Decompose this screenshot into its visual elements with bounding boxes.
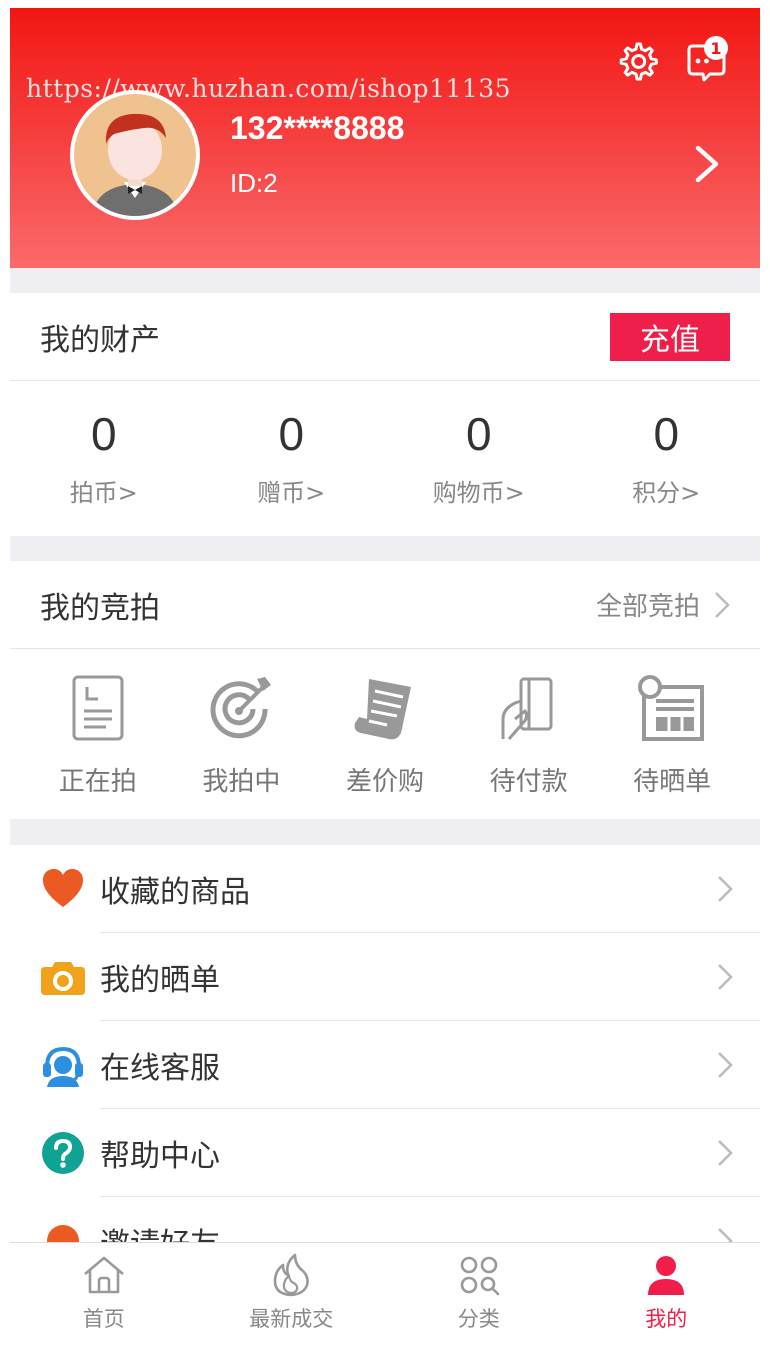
- card-hand-icon: [501, 677, 553, 740]
- auction-item-ongoing[interactable]: 正在拍: [26, 649, 170, 821]
- tab-label: 分类: [457, 1306, 500, 1331]
- recharge-button[interactable]: 充值: [610, 312, 730, 361]
- avatar[interactable]: [70, 90, 200, 220]
- profile-header: https://www.huzhan.com/ishop11135 1 132*…: [10, 8, 760, 268]
- category-icon: [460, 1256, 500, 1295]
- assets-list: 0 拍币> 0 赠币> 0 购物币> 0 积分>: [10, 381, 760, 536]
- auction-item-pending-payment[interactable]: 待付款: [457, 649, 601, 821]
- asset-label: 购物币>: [432, 479, 525, 508]
- tab-category[interactable]: 分类: [385, 1243, 573, 1342]
- user-icon: [648, 1255, 685, 1295]
- menu-item-my-reviews[interactable]: 我的晒单: [10, 933, 760, 1021]
- tab-label: 我的: [645, 1306, 688, 1331]
- auction-section: 我的竞拍 全部竞拍 正在拍 我拍中 差价购 待付款 待晒单: [10, 561, 760, 819]
- asset-label: 赠币>: [257, 479, 326, 508]
- settings-button[interactable]: [613, 38, 661, 86]
- assets-title: 我的财产: [40, 322, 160, 358]
- tab-home[interactable]: 首页: [10, 1243, 198, 1342]
- home-icon: [83, 1256, 124, 1293]
- user-phone: 132****8888: [230, 110, 405, 146]
- asset-value: 0: [90, 407, 117, 460]
- assets-header: 我的财产 充值: [10, 293, 760, 381]
- chevron-right-icon: [715, 591, 730, 618]
- help-icon: [42, 1132, 84, 1174]
- asset-label: 积分>: [632, 479, 701, 508]
- auction-item-label: 正在拍: [58, 766, 137, 797]
- message-badge: 1: [704, 36, 728, 60]
- camera-icon: [41, 962, 85, 995]
- auction-item-label: 差价购: [345, 766, 424, 797]
- message-button[interactable]: 1: [682, 36, 730, 86]
- menu-item-online-service[interactable]: 在线客服: [10, 1021, 760, 1109]
- fire-icon: [273, 1253, 310, 1296]
- receipt-icon: [354, 678, 411, 739]
- chevron-right-icon: [718, 1140, 733, 1166]
- chevron-right-icon: [718, 964, 733, 990]
- auction-item-won[interactable]: 我拍中: [170, 649, 314, 821]
- document-icon: [72, 675, 124, 740]
- menu-label: 我的晒单: [100, 963, 220, 998]
- menu-label: 帮助中心: [100, 1139, 220, 1174]
- chevron-right-icon: [718, 876, 733, 902]
- menu-item-favorites[interactable]: 收藏的商品: [10, 845, 760, 933]
- profile-arrow-icon[interactable]: [690, 142, 726, 186]
- assets-section: 我的财产 充值 0 拍币> 0 赠币> 0 购物币> 0 积分>: [10, 293, 760, 536]
- asset-label: 拍币>: [69, 479, 138, 508]
- bottom-tab-bar: 首页 最新成交 分类 我的: [10, 1242, 760, 1342]
- customer-service-icon: [43, 1046, 83, 1087]
- asset-shopping-coins[interactable]: 0 购物币>: [385, 381, 573, 536]
- avatar-illustration: [74, 94, 196, 216]
- chevron-right-icon: [718, 1052, 733, 1078]
- auction-item-label: 待晒单: [633, 766, 712, 797]
- auction-header: 我的竞拍 全部竞拍: [10, 561, 760, 649]
- target-icon: [210, 676, 272, 738]
- asset-points[interactable]: 0 积分>: [573, 381, 761, 536]
- asset-value: 0: [465, 407, 492, 460]
- all-auctions-label: 全部竞拍: [595, 592, 700, 622]
- tab-label: 首页: [82, 1306, 125, 1331]
- asset-value: 0: [653, 407, 680, 460]
- asset-value: 0: [278, 407, 305, 460]
- menu-label: 收藏的商品: [100, 875, 250, 910]
- tab-label: 最新成交: [249, 1306, 334, 1331]
- auction-item-label: 待付款: [489, 766, 568, 797]
- watermark-text: https://www.huzhan.com/ishop11135: [26, 74, 512, 103]
- auction-item-price-diff[interactable]: 差价购: [313, 649, 457, 821]
- tab-latest-deals[interactable]: 最新成交: [198, 1243, 386, 1342]
- tab-mine[interactable]: 我的: [573, 1243, 761, 1342]
- menu-label: 在线客服: [100, 1051, 220, 1086]
- user-id: ID:2: [230, 168, 278, 198]
- menu-item-help-center[interactable]: 帮助中心: [10, 1109, 760, 1197]
- app-frame: https://www.huzhan.com/ishop11135 1 132*…: [10, 8, 760, 1342]
- auction-item-pending-review[interactable]: 待晒单: [600, 649, 744, 821]
- asset-auction-coins[interactable]: 0 拍币>: [10, 381, 198, 536]
- heart-icon: [43, 869, 83, 907]
- auction-title: 我的竞拍: [40, 590, 160, 626]
- newspaper-icon: [638, 674, 705, 741]
- all-auctions-link[interactable]: 全部竞拍: [596, 586, 730, 623]
- menu-list: 收藏的商品 我的晒单 在线客服 帮助中心: [10, 845, 760, 1262]
- auction-status-row: 正在拍 我拍中 差价购 待付款 待晒单: [10, 649, 760, 821]
- asset-gift-coins[interactable]: 0 赠币>: [198, 381, 386, 536]
- auction-item-label: 我拍中: [202, 766, 281, 797]
- gear-icon: [619, 42, 658, 81]
